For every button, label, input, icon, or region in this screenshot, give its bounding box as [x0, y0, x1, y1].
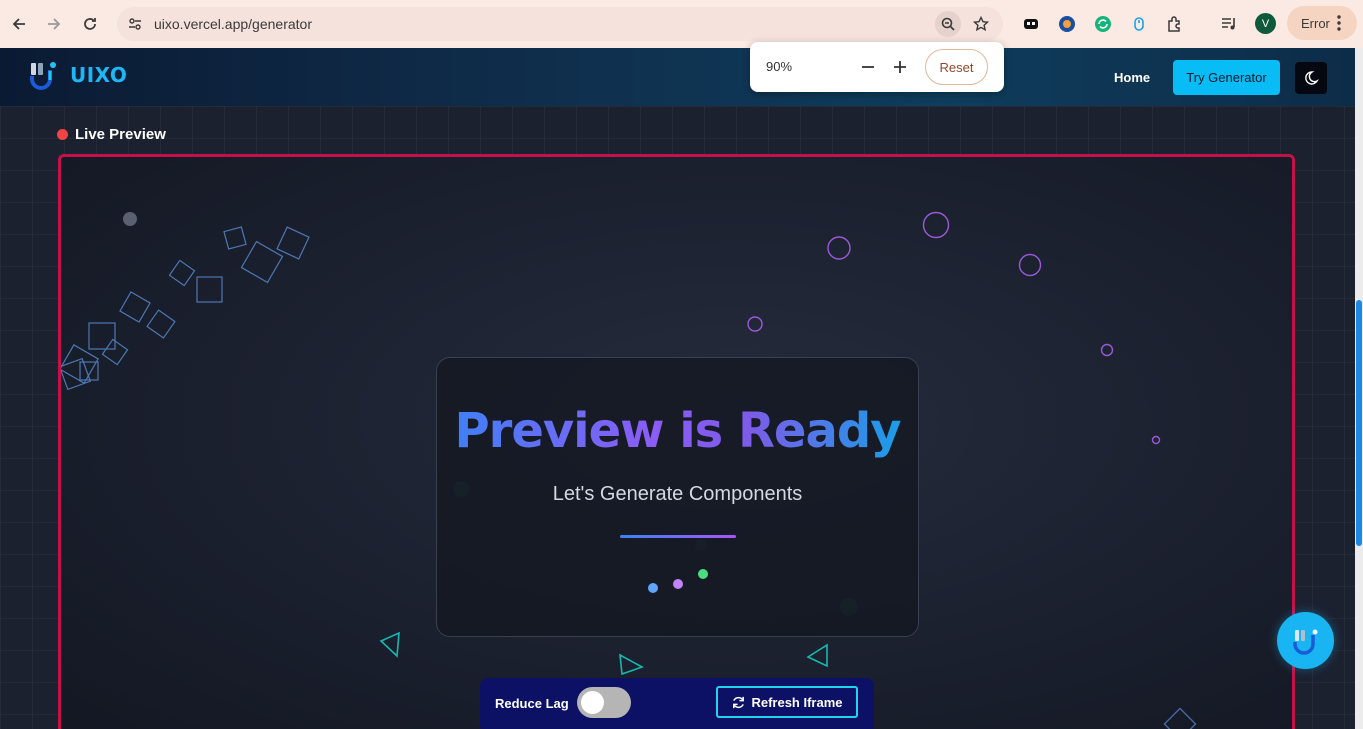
extension-icon-1[interactable] — [1019, 12, 1043, 36]
loader-dot — [673, 579, 683, 589]
zoom-reset-button[interactable]: Reset — [925, 49, 988, 85]
theme-toggle-button[interactable] — [1295, 62, 1327, 94]
menu-dots-icon — [1337, 15, 1341, 34]
live-preview-text: Live Preview — [75, 126, 166, 143]
extension-icon-4[interactable] — [1127, 12, 1151, 36]
loader-dot — [698, 569, 708, 579]
profile-avatar[interactable]: V — [1255, 13, 1276, 34]
reduce-lag-toggle[interactable] — [577, 687, 631, 718]
assistant-logo-icon — [1292, 629, 1317, 655]
zoom-out-icon[interactable] — [856, 55, 880, 79]
live-preview-label: Live Preview — [57, 126, 166, 143]
toggle-knob — [581, 691, 604, 714]
scrollbar-thumb[interactable] — [1356, 300, 1362, 546]
preview-title: Preview is Ready — [437, 403, 918, 459]
logo-text: UIXO — [70, 63, 128, 87]
media-controls-icon[interactable] — [1217, 12, 1241, 36]
preview-iframe[interactable]: Preview is Ready Let's Generate Componen… — [58, 154, 1295, 729]
zoom-in-icon[interactable] — [888, 55, 912, 79]
reload-icon[interactable] — [76, 10, 104, 38]
url-text[interactable]: uixo.vercel.app/generator — [154, 16, 312, 32]
preview-subtitle: Let's Generate Components — [552, 483, 803, 505]
nav-home-link[interactable]: Home — [1114, 70, 1150, 85]
extensions-puzzle-icon[interactable] — [1163, 12, 1187, 36]
preview-control-bar: Reduce Lag Refresh Iframe — [480, 678, 874, 729]
browser-error-button[interactable]: Error — [1287, 6, 1357, 40]
bookmark-star-icon[interactable] — [968, 11, 994, 37]
address-bar[interactable]: uixo.vercel.app/generator — [117, 7, 1003, 41]
zoom-popup: 90% Reset — [750, 42, 1004, 92]
refresh-iframe-button[interactable]: Refresh Iframe — [716, 686, 858, 718]
site-info-icon[interactable] — [122, 11, 148, 37]
live-indicator-dot — [57, 129, 68, 140]
zoom-value: 90% — [766, 59, 793, 74]
loader-dot — [648, 583, 658, 593]
forward-icon[interactable] — [40, 10, 68, 38]
error-label: Error — [1301, 15, 1330, 31]
zoom-icon[interactable] — [935, 11, 961, 37]
title-underline — [620, 535, 736, 538]
theme-icon — [1305, 71, 1319, 85]
assistant-fab[interactable] — [1277, 612, 1334, 669]
logo-icon — [30, 62, 56, 90]
browser-toolbar: uixo.vercel.app/generator V Error — [0, 0, 1363, 48]
refresh-icon — [733, 696, 745, 708]
try-generator-button[interactable]: Try Generator — [1173, 60, 1280, 95]
refresh-label: Refresh Iframe — [751, 694, 843, 710]
preview-ready-card: Preview is Ready Let's Generate Componen… — [436, 357, 919, 637]
extension-icon-3[interactable] — [1091, 12, 1115, 36]
extension-icon-2[interactable] — [1055, 12, 1079, 36]
app-header: UIXO Home Try Generator — [0, 48, 1355, 106]
back-icon[interactable] — [5, 10, 33, 38]
logo[interactable]: UIXO — [28, 58, 127, 92]
reduce-lag-label: Reduce Lag — [495, 696, 569, 711]
